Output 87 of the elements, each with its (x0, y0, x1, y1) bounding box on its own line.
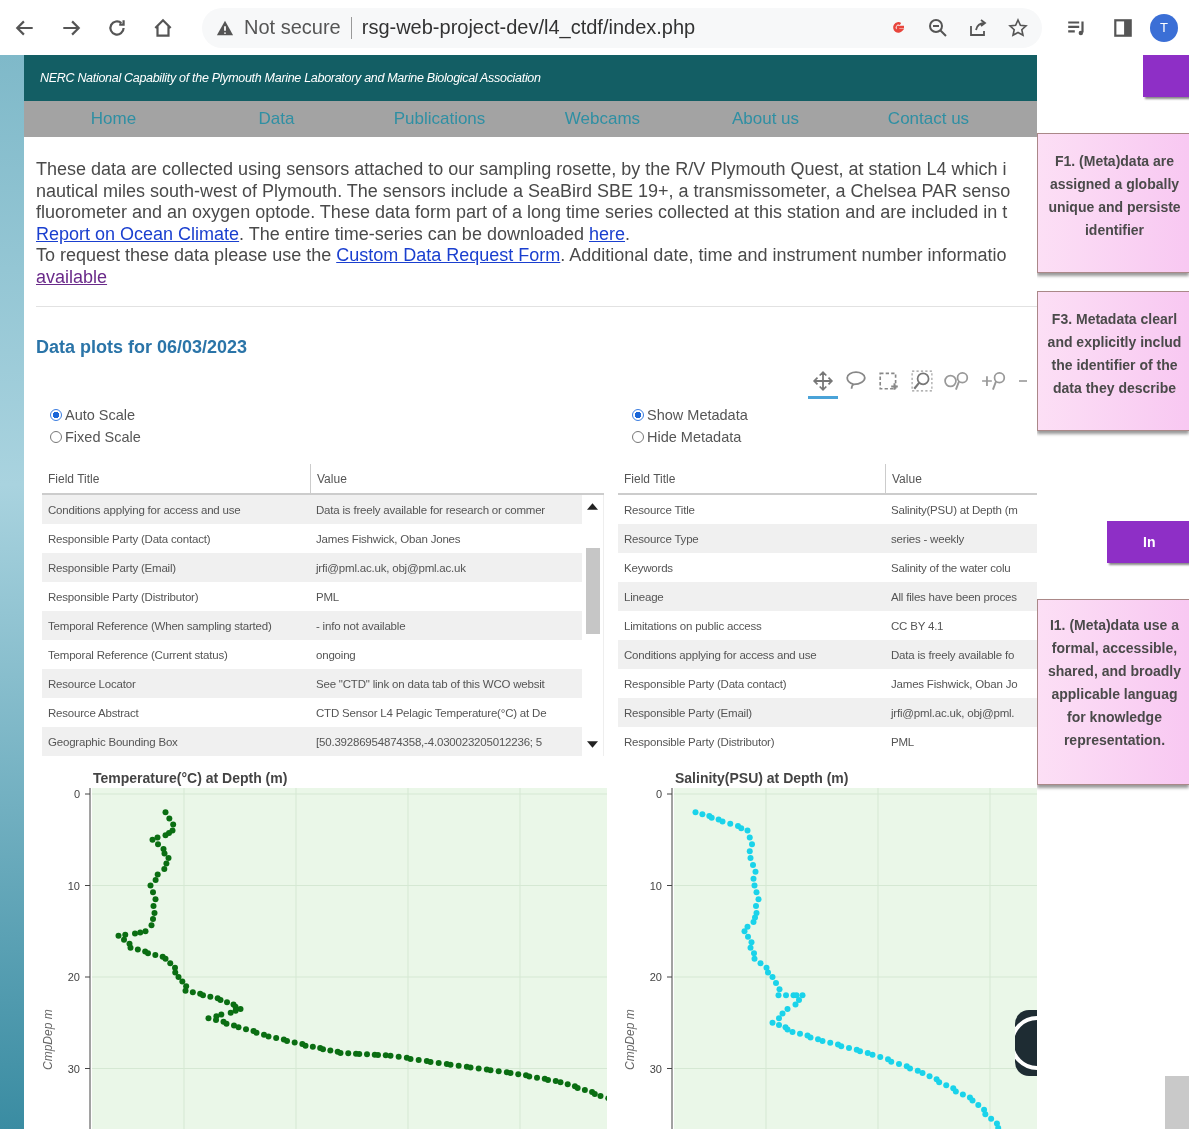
chart-title: Temperature(°C) at Depth (m) (92, 770, 289, 788)
column-header: Field Title (623, 470, 677, 488)
table-cell-text: Conditions applying for access and use (47, 503, 242, 516)
zoom-icon[interactable] (928, 17, 948, 38)
axis-label: CmpDep m (623, 1009, 637, 1070)
tick-label: 30 (67, 1062, 80, 1075)
column-header: Value (310, 464, 582, 493)
table-cell-text: Salinity of the water colu (890, 561, 1012, 574)
radio-option[interactable]: Show Metadata (632, 404, 1037, 426)
table-cell-text: Temporal Reference (Current status) (47, 648, 229, 661)
tick-label: 10 (649, 879, 662, 892)
table-cell-text: Data is freely available fo (890, 648, 1016, 661)
tick-label: 30 (649, 1062, 662, 1075)
star-icon[interactable] (1008, 17, 1028, 38)
tick-label: 0 (73, 788, 80, 800)
table-cell-text: Lineage (623, 590, 665, 603)
share-icon[interactable] (968, 17, 988, 38)
scroll-up-icon[interactable] (587, 503, 598, 510)
zoom-out-icon (1018, 379, 1028, 382)
axis-label: CmpDep m (41, 1009, 55, 1070)
table-cell-text: Responsible Party (Distributor) (623, 735, 776, 748)
address-bar[interactable]: Not secure rsg-web-project-dev/l4_ctdf/index.php (202, 7, 1042, 48)
media-controls-drawing[interactable] (1015, 1010, 1037, 1076)
table-cell-text: CTD Sensor L4 Pelagic Temperature(°C) at De (315, 706, 548, 719)
table-cell-text: - info not available (315, 619, 407, 632)
section-title: Data plots for 06/03/2023 (36, 337, 249, 358)
tick-label: 10 (67, 879, 80, 892)
lasso-icon (845, 369, 867, 392)
table-cell-text: series - weekly (890, 532, 966, 545)
table-cell-text: See "CTD" link on data tab of this WCO websit (315, 677, 546, 690)
scrollbar[interactable] (1165, 1076, 1189, 1129)
table-cell-text: Responsible Party (Email) (623, 706, 753, 719)
move-icon (812, 369, 834, 392)
tick-label: 20 (649, 971, 662, 983)
scroll-thumb[interactable] (585, 547, 600, 634)
tick-label: 20 (67, 971, 80, 983)
table-cell-text: Geographic Bounding Box (47, 735, 179, 748)
table-cell-text: PML (890, 735, 916, 748)
profile-avatar[interactable]: T (1150, 13, 1178, 42)
table-cell-text: Resource Locator (47, 677, 137, 690)
table-cell-text: James Fishwick, Oban Jones (315, 532, 462, 545)
table-cell-text: Temporal Reference (When sampling started) (47, 619, 273, 632)
table-cell-text: Salinity(PSU) at Depth (m (890, 503, 1019, 516)
column-header: Field Title (47, 470, 101, 488)
box-zoom-icon (911, 369, 933, 392)
table-cell-text: Responsible Party (Distributor) (47, 590, 200, 603)
text-link[interactable]: here (589, 223, 625, 244)
action-button[interactable]: In (1107, 521, 1189, 563)
text-link[interactable]: available (36, 266, 108, 287)
text-link[interactable]: Report on Ocean Climate (36, 223, 240, 244)
table-cell-text: jrfi@pml.ac.uk, obj@pml.ac.uk (314, 561, 467, 574)
table-cell-text: Responsible Party (Email) (47, 561, 177, 574)
table-cell-text: Responsible Party (Data contact) (623, 677, 788, 690)
table-cell-text: All files have been proces (890, 590, 1018, 603)
tick-label: 0 (655, 788, 662, 800)
text-link[interactable]: Custom Data Request Form (336, 245, 561, 265)
principle-card: F3. Metadata clearl and explicitly includ the identifier of the data they describe (1037, 291, 1189, 431)
chart-title: Salinity(PSU) at Depth (m) (674, 770, 850, 788)
table-cell-text: Data is freely available for research or commer (315, 503, 546, 516)
home-icon[interactable] (152, 16, 174, 39)
scroll-down-icon[interactable] (587, 741, 598, 748)
table-cell-text: Resource Title (623, 503, 696, 516)
radio-option[interactable]: Hide Metadata (632, 426, 1037, 448)
intro-paragraph: These data are collected using sensors attached to our sampling rosette, by the R/V Plymouth Quest, at station L4 which i nautical miles south-west of Plymouth. The sensors include a SeaBird SBE 19+, a transmissometer, a Chelsea PAR senso fluorometer and an oxygen optode. These data form part of a long time series collected at this station and are included in t Report on Ocean Climate. The entire time-series can be downloaded here. To request these data please use the Custom Data Request Form. Additional date, time and instrument number informatio available (36, 159, 1012, 288)
sidebar-icon[interactable] (1112, 16, 1134, 39)
table-cell-text: CC BY 4.1 (890, 619, 945, 632)
box-select-icon (878, 369, 900, 392)
table-cell-text: Resource Type (623, 532, 700, 545)
table-cell-text: Conditions applying for access and use (623, 648, 818, 661)
radio-option[interactable]: Fixed Scale (50, 426, 607, 448)
header-subtitle: NERC National Capability of the Plymouth Marine Laboratory and Marine Biological Association (40, 71, 541, 85)
security-label: Not secure (244, 16, 341, 39)
table-cell-text: jrfi@pml.ac.uk, obj@pml. (889, 706, 1016, 719)
table-cell-text: James Fishwick, Oban Jo (890, 677, 1019, 690)
table-cell-text: Limitations on public access (623, 619, 763, 632)
principle-card: F1. (Meta)data are assigned a globally unique and persiste identifier (1037, 133, 1189, 273)
url-text: rsg-web-project-dev/l4_ctdf/index.php (361, 16, 696, 39)
principle-card: I1. (Meta)data use a formal, accessible, shared, and broadly applicable languag for knowledge representation. (1037, 599, 1189, 785)
table-cell-text: PML (315, 590, 341, 603)
table-cell-text: ongoing (315, 648, 357, 661)
table-cell-text: Responsible Party (Data contact) (47, 532, 212, 545)
zoom-in-icon (981, 369, 1007, 392)
table-cell-text: [50.39286954874358,-4.030023205012236; 5 (315, 735, 544, 748)
reset-zoom-icon (944, 369, 970, 392)
table-cell-text: Keywords (623, 561, 674, 574)
table-cell-text: Resource Abstract (47, 706, 140, 719)
radio-option[interactable]: Auto Scale (50, 404, 607, 426)
